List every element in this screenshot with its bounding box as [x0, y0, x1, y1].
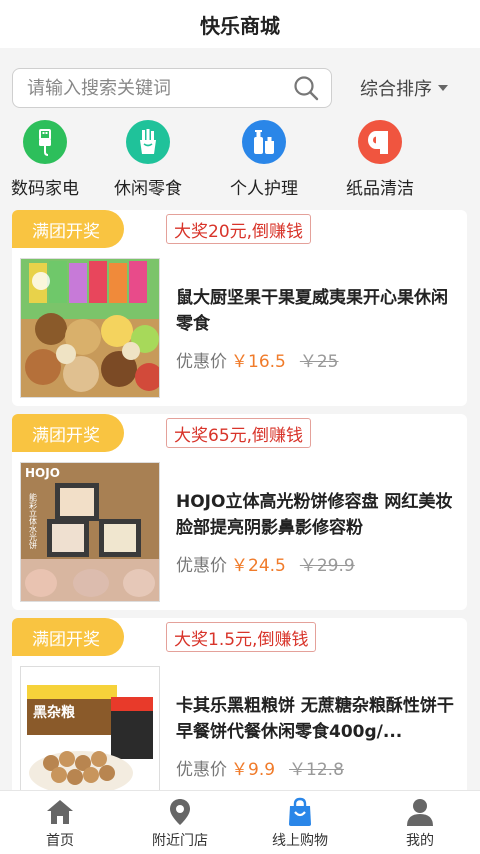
- category-label: 纸品清洁: [346, 179, 414, 199]
- product-card[interactable]: 满团开奖 大奖20元,倒赚钱 鼠大厨坚果干果夏威夷果开心果休闲零食 优惠价 ￥1…: [12, 210, 467, 406]
- category-label: 数码家电: [11, 179, 79, 199]
- product-name[interactable]: HOJO立体高光粉饼修容盘 网红美妆脸部提亮阴影鼻影修容粉: [176, 489, 456, 541]
- search-input[interactable]: [27, 77, 293, 99]
- original-price: ￥29.9: [299, 555, 355, 576]
- location-pin-icon: [170, 798, 190, 825]
- product-name[interactable]: 鼠大厨坚果干果夏威夷果开心果休闲零食: [176, 285, 456, 337]
- category-label: 个人护理: [230, 179, 298, 199]
- snack-box-text: 黑杂粮: [33, 704, 76, 721]
- price-label: 优惠价: [176, 351, 227, 372]
- group-lottery-tag: 满团开奖: [12, 414, 124, 452]
- group-lottery-tag: 满团开奖: [12, 210, 124, 248]
- product-image[interactable]: 黑杂粮: [20, 666, 160, 806]
- category-paper-cleaning[interactable]: 纸品清洁: [322, 120, 438, 206]
- product-list: 满团开奖 大奖20元,倒赚钱 鼠大厨坚果干果夏威夷果开心果休闲零食 优惠价 ￥1…: [12, 210, 467, 822]
- hojo-logo: HOJO: [25, 466, 60, 480]
- tab-label: 首页: [46, 832, 74, 849]
- price-label: 优惠价: [176, 759, 227, 780]
- product-card[interactable]: 满团开奖 大奖1.5元,倒赚钱 黑杂粮 卡其乐黑粗粮饼 无蔗糖杂粮酥性饼干 早餐…: [12, 618, 467, 814]
- sale-price: ￥16.5: [231, 351, 286, 372]
- group-lottery-tag: 满团开奖: [12, 618, 124, 656]
- hojo-side-text: 能彩立体水光饼: [29, 492, 38, 550]
- tab-home[interactable]: 首页: [0, 791, 120, 854]
- fries-icon: [126, 120, 170, 164]
- original-price: ￥25: [299, 351, 339, 372]
- sort-dropdown[interactable]: 综合排序: [360, 75, 448, 101]
- category-snacks[interactable]: 休闲零食: [90, 120, 206, 206]
- category-row: 数码家电 休闲零食 个人护理 纸品清洁: [0, 110, 480, 206]
- chevron-down-icon: [438, 85, 448, 91]
- product-image[interactable]: [20, 258, 160, 398]
- skincare-bottles-icon: [242, 120, 286, 164]
- shopping-bag-icon: [289, 797, 311, 826]
- page-title: 快乐商城: [200, 13, 280, 38]
- tab-profile[interactable]: 我的: [360, 791, 480, 854]
- price-row: 优惠价 ￥16.5 ￥25: [176, 347, 456, 372]
- price-row: 优惠价 ￥24.5 ￥29.9: [176, 551, 456, 576]
- tab-online-shopping[interactable]: 线上购物: [240, 791, 360, 854]
- search-icon[interactable]: [293, 75, 319, 101]
- price-label: 优惠价: [176, 555, 227, 576]
- prize-badge: 大奖65元,倒赚钱: [166, 418, 312, 448]
- user-icon: [407, 798, 433, 826]
- tab-nearby-stores[interactable]: 附近门店: [120, 791, 240, 854]
- category-label: 休闲零食: [114, 179, 182, 199]
- category-digital[interactable]: 数码家电: [0, 120, 90, 206]
- app-header: 快乐商城: [0, 0, 480, 48]
- sale-price: ￥9.9: [231, 759, 276, 780]
- usb-cable-icon: [23, 120, 67, 164]
- toilet-roll-icon: [358, 120, 402, 164]
- category-personal-care[interactable]: 个人护理: [206, 120, 322, 206]
- original-price: ￥12.8: [289, 759, 344, 780]
- tab-label: 我的: [406, 832, 434, 849]
- tab-label: 附近门店: [152, 832, 208, 849]
- home-icon: [47, 799, 73, 824]
- tab-label: 线上购物: [272, 832, 328, 849]
- search-box[interactable]: [12, 68, 332, 108]
- sort-label: 综合排序: [360, 79, 432, 100]
- price-row: 优惠价 ￥9.9 ￥12.8: [176, 755, 456, 780]
- bottom-tab-bar: 首页 附近门店 线上购物 我的: [0, 790, 480, 854]
- sale-price: ￥24.5: [231, 555, 286, 576]
- product-name[interactable]: 卡其乐黑粗粮饼 无蔗糖杂粮酥性饼干 早餐饼代餐休闲零食400g/...: [176, 693, 456, 745]
- prize-badge: 大奖1.5元,倒赚钱: [166, 622, 317, 652]
- search-row: 综合排序: [0, 48, 480, 110]
- product-image[interactable]: HOJO 能彩立体水光饼: [20, 462, 160, 602]
- prize-badge: 大奖20元,倒赚钱: [166, 214, 312, 244]
- product-card[interactable]: 满团开奖 大奖65元,倒赚钱 HOJO 能彩立体水光饼 HOJO立体高光粉饼修容…: [12, 414, 467, 610]
